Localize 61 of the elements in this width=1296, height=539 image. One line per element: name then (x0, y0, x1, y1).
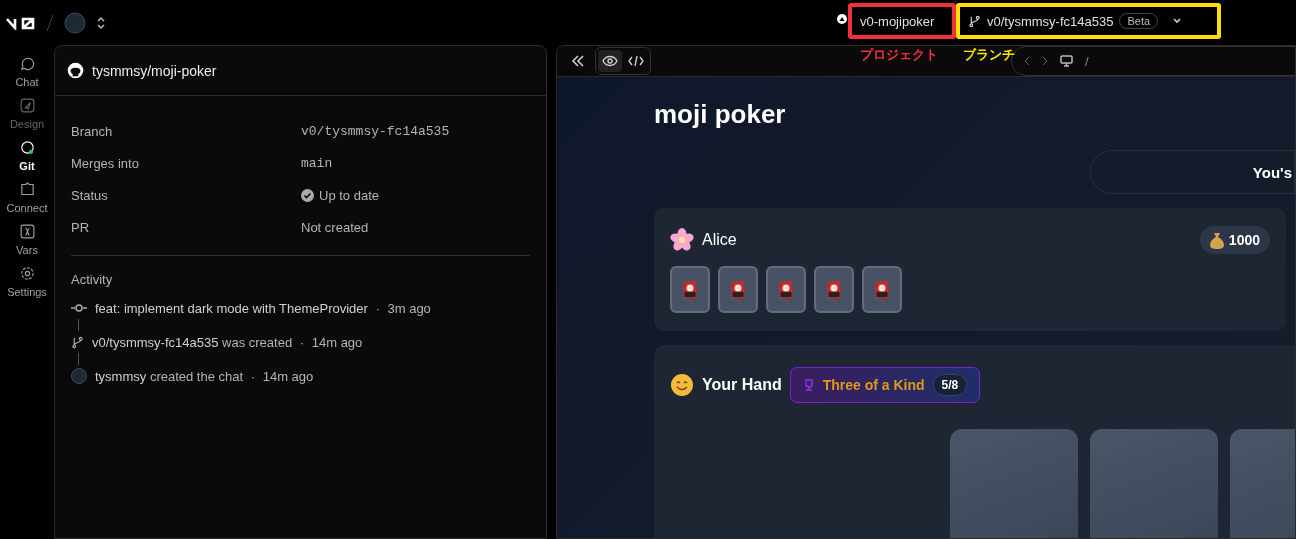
trophy-icon (802, 379, 815, 391)
settings-icon (18, 265, 36, 282)
player-name: Alice (702, 231, 737, 249)
field-value: v0/tysmmsy-fc14a535 (301, 123, 451, 141)
triangle-icon (837, 14, 847, 24)
back-icon[interactable] (1024, 56, 1030, 66)
field-value: Up to date (319, 187, 379, 205)
field-label: Status (71, 187, 109, 205)
card-back-icon (827, 280, 841, 299)
card-back-icon (731, 280, 745, 299)
sidebar-item[interactable]: Connect (1, 181, 53, 214)
check-circle-icon (301, 189, 314, 202)
card-back-icon (875, 280, 889, 299)
section-title: Activity (70, 271, 114, 289)
app-title: moji poker (654, 99, 787, 130)
field-value: Not created (301, 219, 370, 237)
url-path: / (1085, 53, 1089, 69)
branch-icon (71, 335, 84, 349)
flower-icon (670, 228, 694, 252)
monitor-icon (1060, 55, 1073, 67)
activity-text: feat: implement dark mode with ThemeProvider · 3m ago (95, 300, 431, 316)
github-icon (18, 139, 36, 156)
eye-icon (602, 55, 618, 67)
sidebar-item[interactable]: Git (1, 139, 53, 172)
annotation-label: プロジェクト (860, 46, 938, 64)
smiley-icon (670, 373, 694, 397)
activity-text: tysmmsy created the chat · 14m ago (95, 368, 314, 384)
field-label: Branch (71, 123, 114, 141)
card-back-icon (779, 280, 793, 299)
card-back-icon (683, 280, 697, 299)
project-name-button[interactable]: v0-mojipoker (848, 3, 956, 39)
chevron-up-down-icon[interactable] (96, 15, 106, 30)
field-label: PR (71, 219, 91, 237)
sidebar-item[interactable]: Vars (1, 223, 53, 256)
chevron-down-icon (1172, 17, 1183, 25)
avatar-icon (71, 368, 87, 384)
chat-bubble-icon (18, 55, 36, 72)
commit-icon (71, 303, 87, 313)
hand-rank: Three of a Kind (822, 377, 925, 393)
repo-name: tysmmsy/moji-poker (92, 62, 217, 79)
sidebar-item[interactable]: Settings (1, 265, 53, 298)
branch-name: v0/tysmmsy-fc14a535 (987, 13, 1114, 29)
forward-icon[interactable] (1042, 56, 1048, 66)
field-label: Merges into (71, 155, 140, 173)
section-title: Your Hand (702, 376, 782, 394)
pen-icon (18, 97, 36, 114)
branch-icon (968, 14, 981, 28)
field-value: main (301, 155, 334, 173)
preview-tab[interactable] (598, 50, 622, 72)
money-bag-icon (1209, 231, 1224, 249)
code-icon (628, 55, 644, 67)
collapse-icon[interactable] (571, 55, 585, 67)
sidebar-item[interactable]: Chat (1, 55, 53, 88)
v0-logo[interactable] (6, 15, 36, 30)
branch-selector[interactable]: v0/tysmmsy-fc14a535 Beta (956, 3, 1221, 39)
chip-count: 1000 (1199, 226, 1270, 254)
slash-icon (46, 13, 54, 32)
variable-icon (18, 223, 36, 240)
score-badge: 5/8 (932, 374, 968, 396)
activity-text: v0/tysmmsy-fc14a535 was created · 14m ago (92, 334, 363, 350)
github-icon (67, 62, 84, 79)
